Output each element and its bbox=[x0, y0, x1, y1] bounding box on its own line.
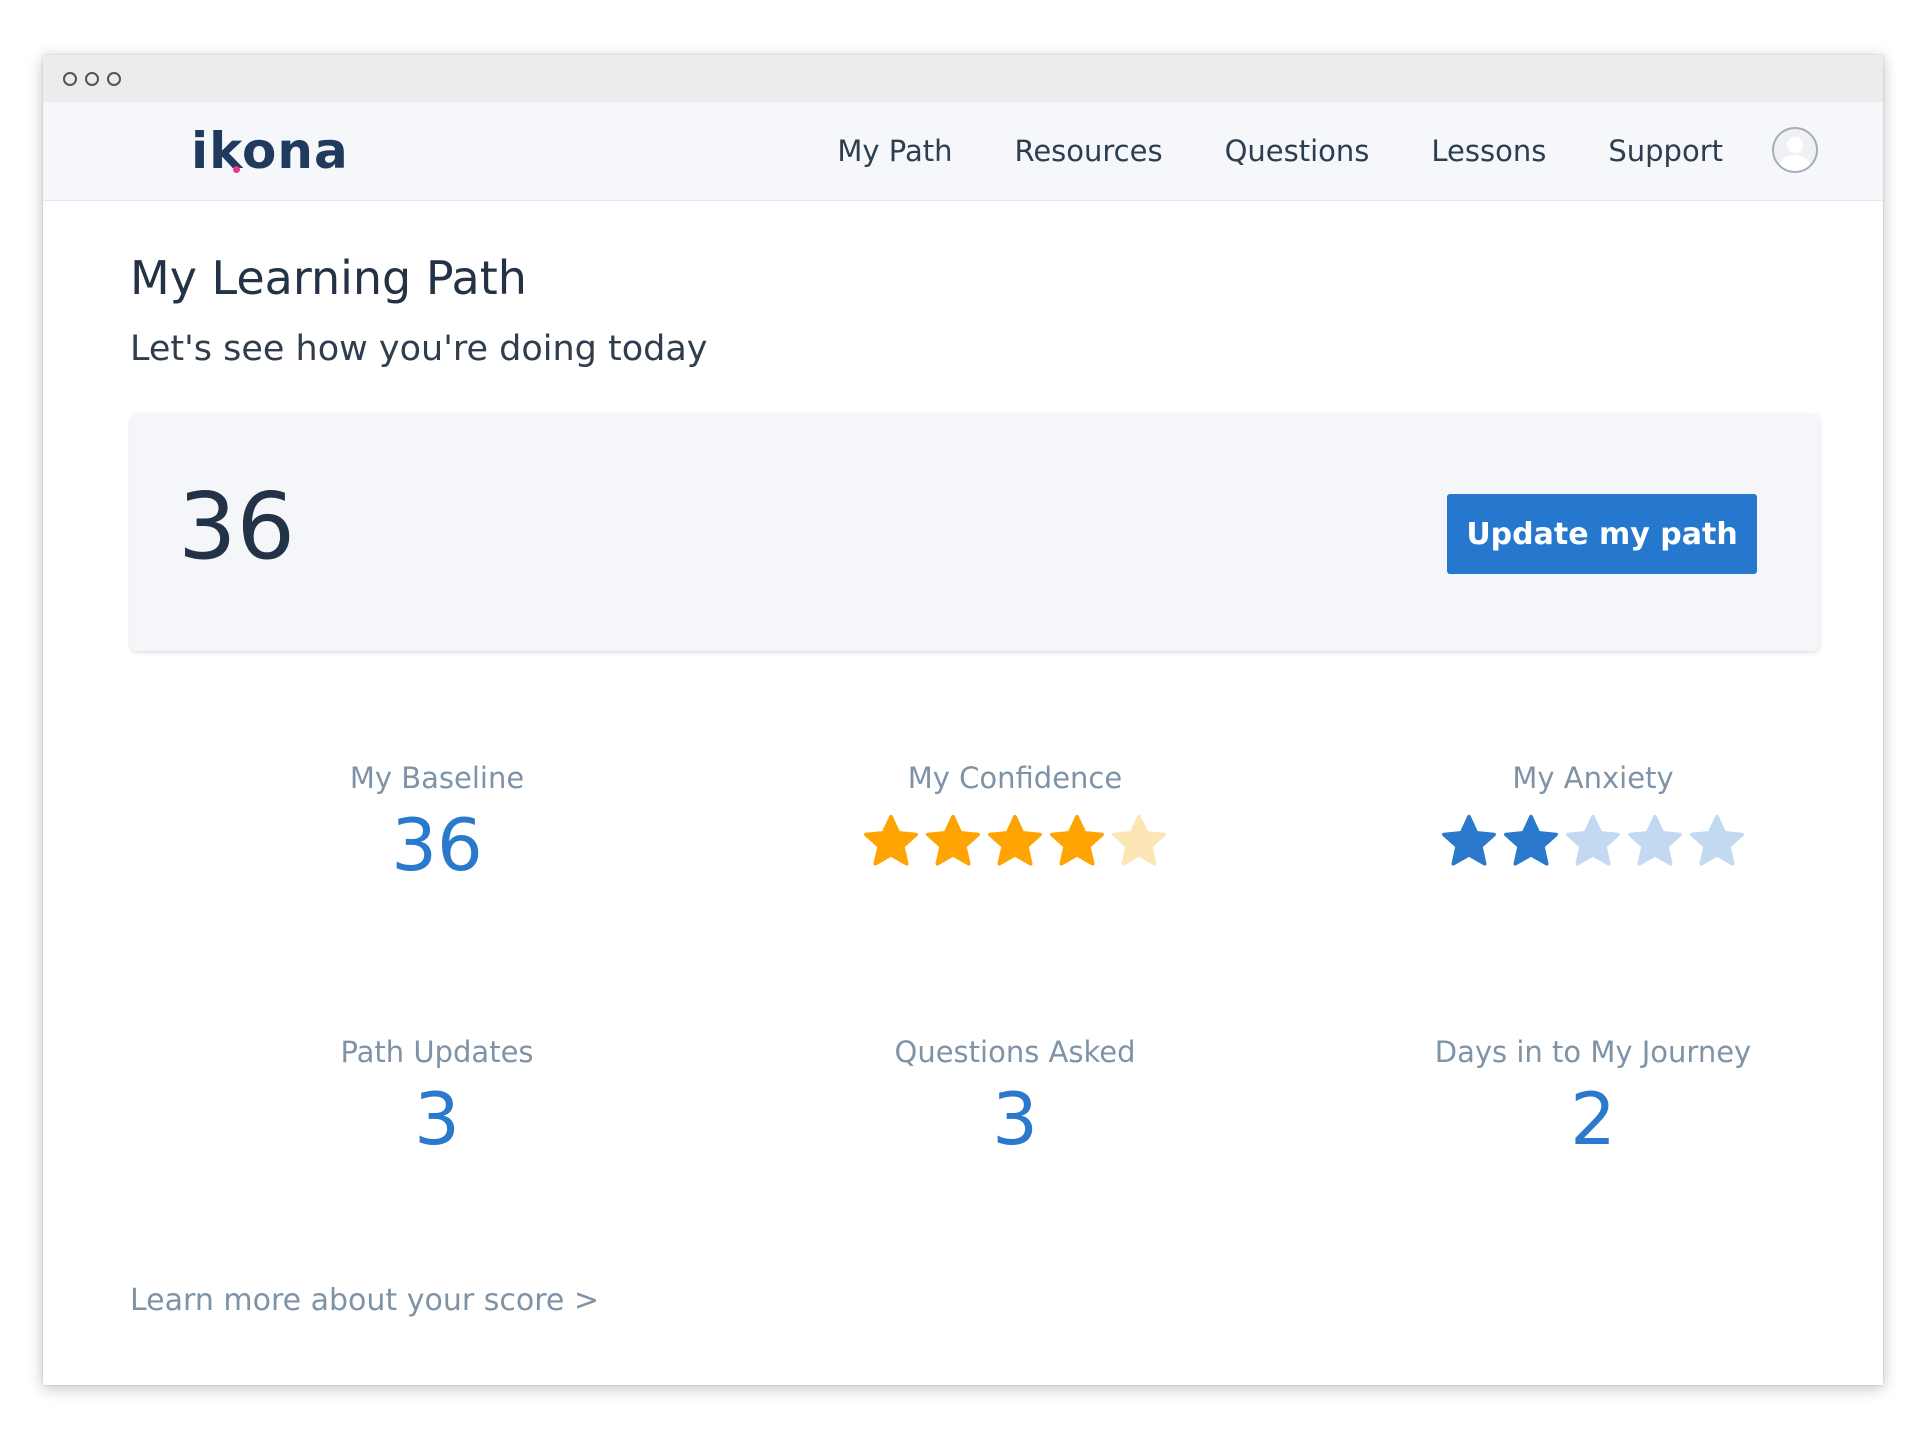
stat-label: My Anxiety bbox=[1512, 761, 1674, 795]
stat-value: 2 bbox=[1570, 1077, 1616, 1161]
star-icon bbox=[926, 814, 980, 866]
page-subtitle: Let's see how you're doing today bbox=[130, 329, 708, 369]
stat-label: Questions Asked bbox=[894, 1035, 1136, 1069]
stat-label: My Baseline bbox=[349, 761, 525, 795]
stat-label: My Confidence bbox=[907, 761, 1123, 795]
top-navbar: ikona My Path Resources Questions Lesson… bbox=[43, 102, 1883, 201]
learn-more-link[interactable]: Learn more about your score > bbox=[130, 1283, 599, 1318]
browser-window: ikona My Path Resources Questions Lesson… bbox=[43, 55, 1883, 1385]
brand-logo[interactable]: ikona bbox=[191, 126, 349, 176]
star-icon bbox=[1504, 814, 1558, 866]
nav-link-support[interactable]: Support bbox=[1608, 134, 1723, 168]
star-icon bbox=[1566, 814, 1620, 866]
stat-path-updates: Path Updates 3 bbox=[187, 1035, 687, 1159]
avatar-icon[interactable] bbox=[1772, 127, 1818, 173]
stat-value: 3 bbox=[414, 1077, 460, 1161]
nav-link-questions[interactable]: Questions bbox=[1225, 134, 1370, 168]
stat-label: Path Updates bbox=[340, 1035, 534, 1069]
stat-baseline: My Baseline 36 bbox=[187, 761, 687, 885]
logo-text: ikona bbox=[191, 122, 349, 180]
star-icon bbox=[1050, 814, 1104, 866]
star-icon bbox=[1690, 814, 1744, 866]
nav-link-lessons[interactable]: Lessons bbox=[1431, 134, 1546, 168]
window-maximize-dot[interactable] bbox=[107, 71, 121, 86]
stat-anxiety: My Anxiety bbox=[1343, 761, 1843, 871]
window-titlebar bbox=[43, 55, 1883, 102]
window-minimize-dot[interactable] bbox=[85, 71, 99, 86]
stat-label: Days in to My Journey bbox=[1434, 1035, 1752, 1069]
update-path-button[interactable]: Update my path bbox=[1447, 494, 1757, 574]
current-score: 36 bbox=[178, 473, 296, 580]
nav-link-resources[interactable]: Resources bbox=[1014, 134, 1162, 168]
star-icon bbox=[988, 814, 1042, 866]
logo-accent-dot bbox=[233, 166, 240, 173]
nav-links: My Path Resources Questions Lessons Supp… bbox=[837, 102, 1723, 200]
page-title: My Learning Path bbox=[130, 251, 527, 305]
anxiety-rating bbox=[1343, 813, 1843, 871]
stat-confidence: My Confidence bbox=[765, 761, 1265, 871]
stat-value: 36 bbox=[391, 803, 483, 887]
star-icon bbox=[1442, 814, 1496, 866]
nav-link-my-path[interactable]: My Path bbox=[837, 134, 952, 168]
star-icon bbox=[1112, 814, 1166, 866]
stat-days-in-journey: Days in to My Journey 2 bbox=[1343, 1035, 1843, 1159]
window-close-dot[interactable] bbox=[63, 71, 77, 86]
star-icon bbox=[1628, 814, 1682, 866]
star-icon bbox=[864, 814, 918, 866]
stat-value: 3 bbox=[992, 1077, 1038, 1161]
score-card: 36 Update my path bbox=[130, 413, 1820, 651]
confidence-rating bbox=[765, 813, 1265, 871]
stat-questions-asked: Questions Asked 3 bbox=[765, 1035, 1265, 1159]
